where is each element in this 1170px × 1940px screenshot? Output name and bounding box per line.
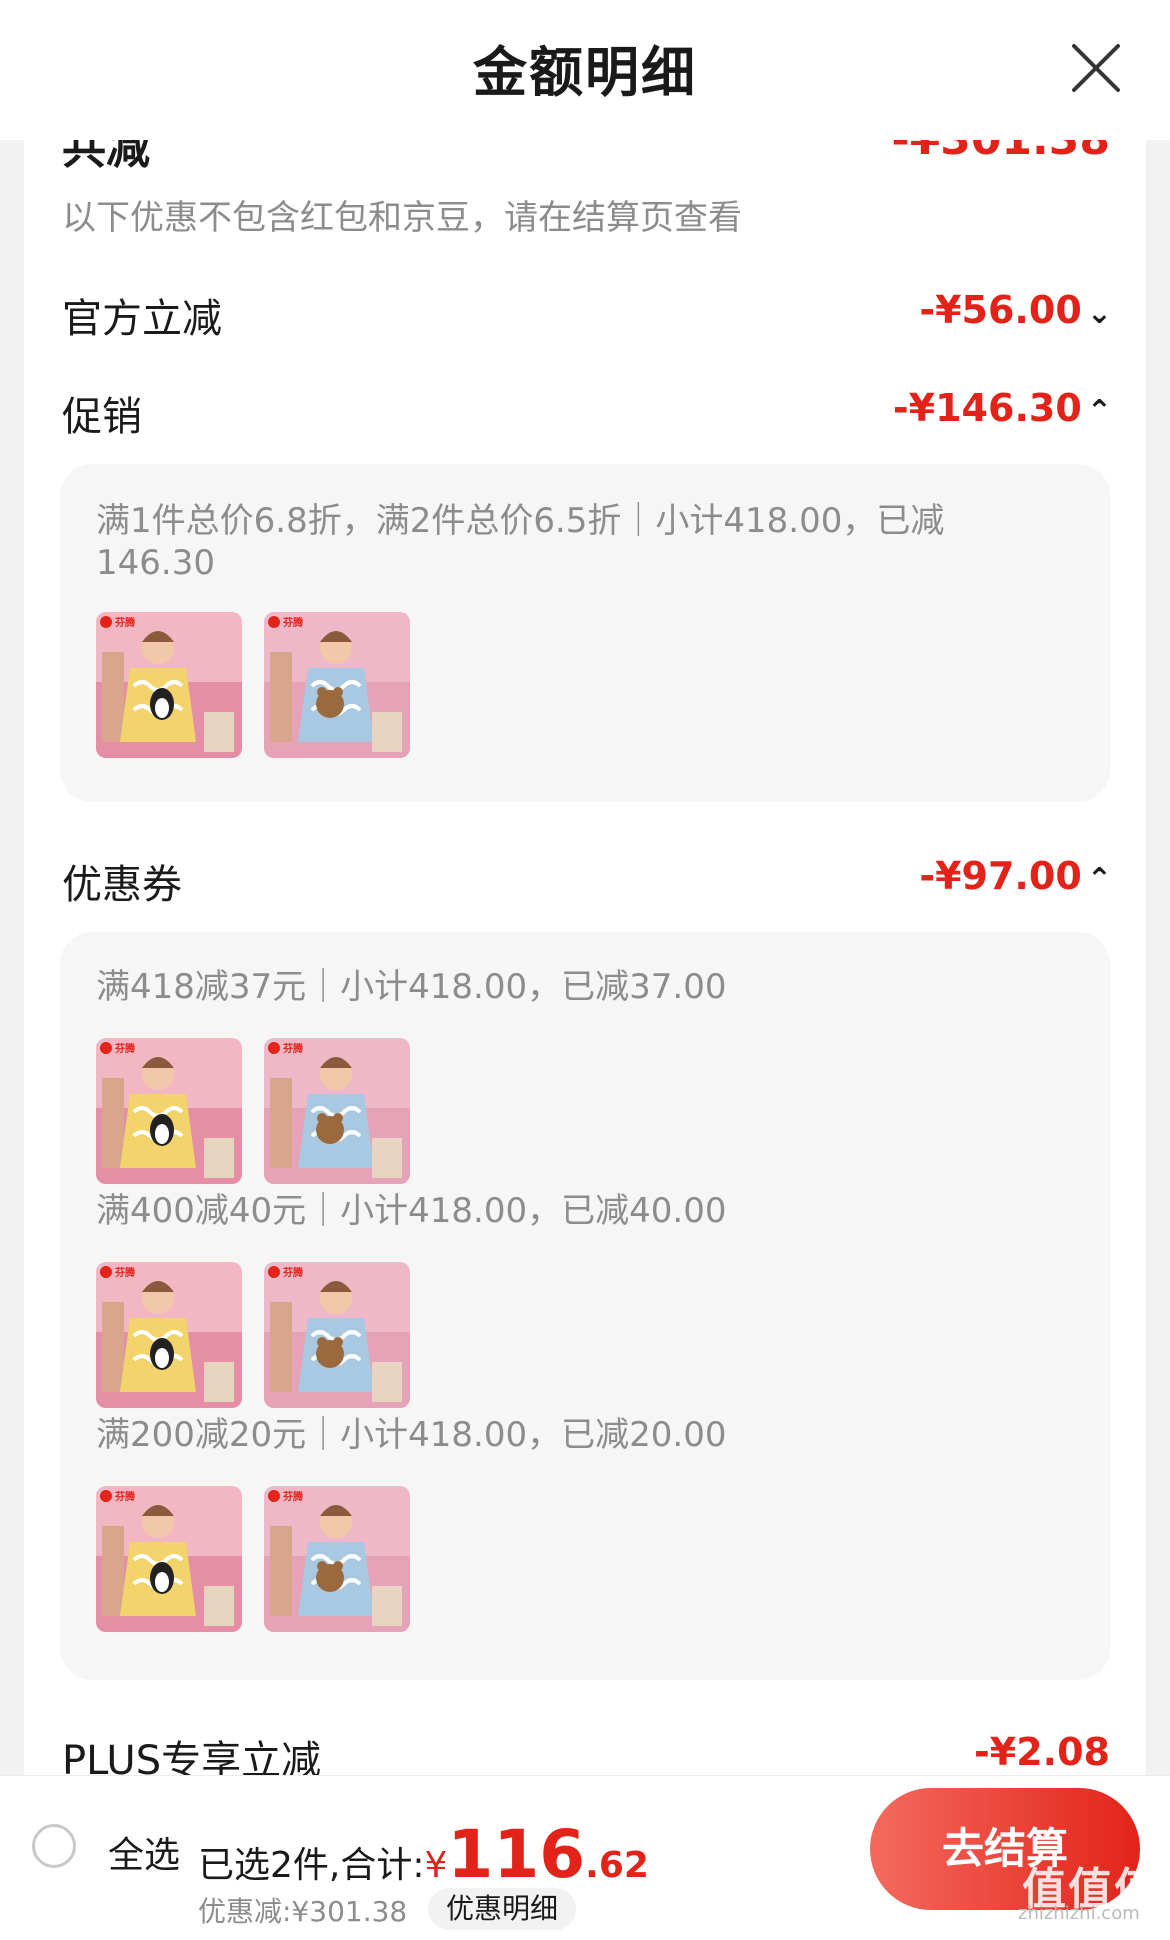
official-discount-label[interactable]: 官方立减 bbox=[62, 286, 222, 344]
sheet-edge bbox=[0, 140, 24, 1775]
coupon-label[interactable]: 优惠券 bbox=[62, 852, 182, 910]
product-thumb-yellow[interactable]: 芬腾 bbox=[96, 1262, 242, 1408]
promo-rule: 满1件总价6.8折，满2件总价6.5折｜小计418.00，已减 146.30 bbox=[96, 500, 1076, 584]
product-thumb-blue[interactable]: 芬腾 bbox=[264, 612, 410, 758]
product-thumb-yellow[interactable]: 芬腾 bbox=[96, 1486, 242, 1632]
promo-panel: 满1件总价6.8折，满2件总价6.5折｜小计418.00，已减 146.30 芬… bbox=[60, 464, 1110, 802]
watermark-url: zhizhizhi.com bbox=[1018, 1903, 1140, 1924]
product-thumb-yellow[interactable]: 芬腾 bbox=[96, 1038, 242, 1184]
promo-rule-line-2: 146.30 bbox=[96, 543, 215, 583]
svg-text:芬腾: 芬腾 bbox=[282, 1266, 304, 1279]
coupon-amount: -¥97.00 bbox=[919, 854, 1082, 898]
selected-count-text: 已选2件,合计: bbox=[198, 1845, 425, 1886]
svg-text:芬腾: 芬腾 bbox=[282, 1490, 304, 1503]
coupon-rule: 满200减20元｜小计418.00，已减20.00 bbox=[96, 1415, 727, 1455]
official-discount-amount: -¥56.00 bbox=[919, 288, 1082, 332]
svg-text:芬腾: 芬腾 bbox=[114, 616, 136, 629]
promo-rule-line: 满1件总价6.8折，满2件总价6.5折｜小计418.00，已减 bbox=[96, 501, 945, 541]
page-title: 金额明细 bbox=[473, 41, 697, 104]
plus-discount-label: PLUS专享立减 bbox=[62, 1738, 322, 1775]
coupon-rule: 满418减37元｜小计418.00，已减37.00 bbox=[96, 967, 727, 1007]
select-all-radio[interactable] bbox=[32, 1824, 76, 1868]
product-thumb-blue[interactable]: 芬腾 bbox=[264, 1038, 410, 1184]
coupon-panel: 满418减37元｜小计418.00，已减37.00 芬腾 芬腾 满400减40元… bbox=[60, 932, 1110, 1680]
discount-note: 以下优惠不包含红包和京豆，请在结算页查看 bbox=[62, 198, 742, 238]
total-decimal: .62 bbox=[585, 1845, 649, 1886]
svg-text:芬腾: 芬腾 bbox=[114, 1042, 136, 1055]
select-all-label[interactable]: 全选 bbox=[108, 1826, 180, 1878]
detail-scroll-area[interactable]: 共减 -¥301.38 以下优惠不包含红包和京豆，请在结算页查看 官方立减 -¥… bbox=[24, 140, 1146, 1775]
discount-total: 优惠减:¥301.38 bbox=[198, 1895, 408, 1928]
promo-amount: -¥146.30 bbox=[892, 386, 1082, 430]
coupon-rule: 满400减40元｜小计418.00，已减40.00 bbox=[96, 1191, 727, 1231]
sheet-edge bbox=[1146, 140, 1170, 1775]
total-discount-label: 共减 bbox=[62, 140, 150, 174]
close-icon[interactable] bbox=[1064, 36, 1128, 100]
chevron-down-icon: ⌄ bbox=[1086, 296, 1112, 331]
official-discount-row-right[interactable]: -¥56.00 ⌄ bbox=[919, 288, 1112, 332]
product-thumb-blue[interactable]: 芬腾 bbox=[264, 1486, 410, 1632]
promo-label[interactable]: 促销 bbox=[62, 384, 142, 442]
svg-text:芬腾: 芬腾 bbox=[282, 1042, 304, 1055]
promo-row-right[interactable]: -¥146.30 ⌃ bbox=[893, 386, 1112, 430]
chevron-up-icon: ⌃ bbox=[1086, 394, 1112, 429]
total-discount-amount: -¥301.38 bbox=[891, 140, 1110, 165]
svg-text:芬腾: 芬腾 bbox=[282, 616, 304, 629]
sheet-header: 金额明细 bbox=[0, 0, 1170, 140]
product-thumb-yellow[interactable]: 芬腾 bbox=[96, 612, 242, 758]
product-thumb-blue[interactable]: 芬腾 bbox=[264, 1262, 410, 1408]
checkout-bar: 全选 已选2件,合计:¥116.62 优惠减:¥301.38 优惠明细 去结算 bbox=[0, 1775, 1170, 1940]
currency-symbol: ¥ bbox=[424, 1845, 448, 1886]
total-integer: 116 bbox=[447, 1816, 586, 1893]
selected-summary: 已选2件,合计:¥116.62 bbox=[198, 1816, 649, 1893]
svg-text:芬腾: 芬腾 bbox=[114, 1266, 136, 1279]
discount-detail-button[interactable]: 优惠明细 bbox=[428, 1888, 577, 1930]
svg-text:芬腾: 芬腾 bbox=[114, 1490, 136, 1503]
chevron-up-icon: ⌃ bbox=[1086, 862, 1112, 897]
coupon-row-right[interactable]: -¥97.00 ⌃ bbox=[919, 854, 1112, 898]
plus-discount-amount: -¥2.08 bbox=[974, 1730, 1110, 1774]
